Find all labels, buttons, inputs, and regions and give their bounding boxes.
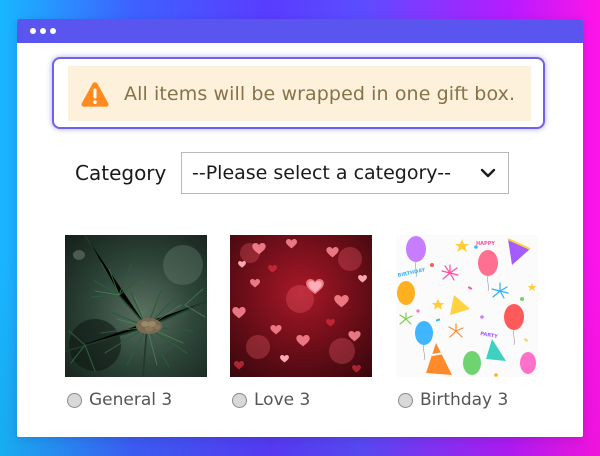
birthday-pattern-image[interactable]: HAPPY BIRTHDAY PARTY [396, 235, 538, 377]
pine-branch-image[interactable] [65, 235, 207, 377]
radio-button[interactable] [67, 392, 82, 408]
window-dot [50, 28, 56, 34]
gift-box-notice: All items will be wrapped in one gift bo… [52, 57, 545, 129]
wrap-option-general[interactable]: General 3 [65, 235, 207, 410]
browser-window: All items will be wrapped in one gift bo… [17, 19, 583, 437]
wrap-option-general-radio-row[interactable]: General 3 [65, 390, 207, 410]
wrap-options: General 3 Love 3 HAPPY BIRTHDAY PARTY Bi… [65, 235, 545, 415]
red-hearts-image[interactable] [230, 235, 372, 377]
warning-icon [81, 81, 109, 107]
wrap-option-love-radio-row[interactable]: Love 3 [230, 390, 372, 410]
wrap-option-birthday-radio-row[interactable]: Birthday 3 [396, 390, 538, 410]
wrap-option-label[interactable]: General 3 [89, 390, 172, 410]
category-select-value: --Please select a category-- [192, 162, 451, 184]
notice-text: All items will be wrapped in one gift bo… [124, 82, 516, 105]
radio-button[interactable] [398, 392, 413, 408]
notice-banner: All items will be wrapped in one gift bo… [68, 66, 531, 121]
window-dot [40, 28, 46, 34]
window-dot [30, 28, 36, 34]
wrap-option-label[interactable]: Birthday 3 [420, 390, 508, 410]
wrap-option-label[interactable]: Love 3 [254, 390, 310, 410]
chevron-down-icon [480, 168, 496, 178]
svg-text:HAPPY: HAPPY [476, 241, 495, 247]
radio-button[interactable] [232, 392, 247, 408]
window-titlebar [17, 19, 583, 43]
category-select[interactable]: --Please select a category-- [181, 152, 509, 194]
category-label: Category [75, 161, 167, 185]
category-row: Category --Please select a category-- [75, 152, 509, 194]
wrap-option-birthday[interactable]: HAPPY BIRTHDAY PARTY Birthday 3 [396, 235, 538, 410]
wrap-option-love[interactable]: Love 3 [230, 235, 372, 410]
